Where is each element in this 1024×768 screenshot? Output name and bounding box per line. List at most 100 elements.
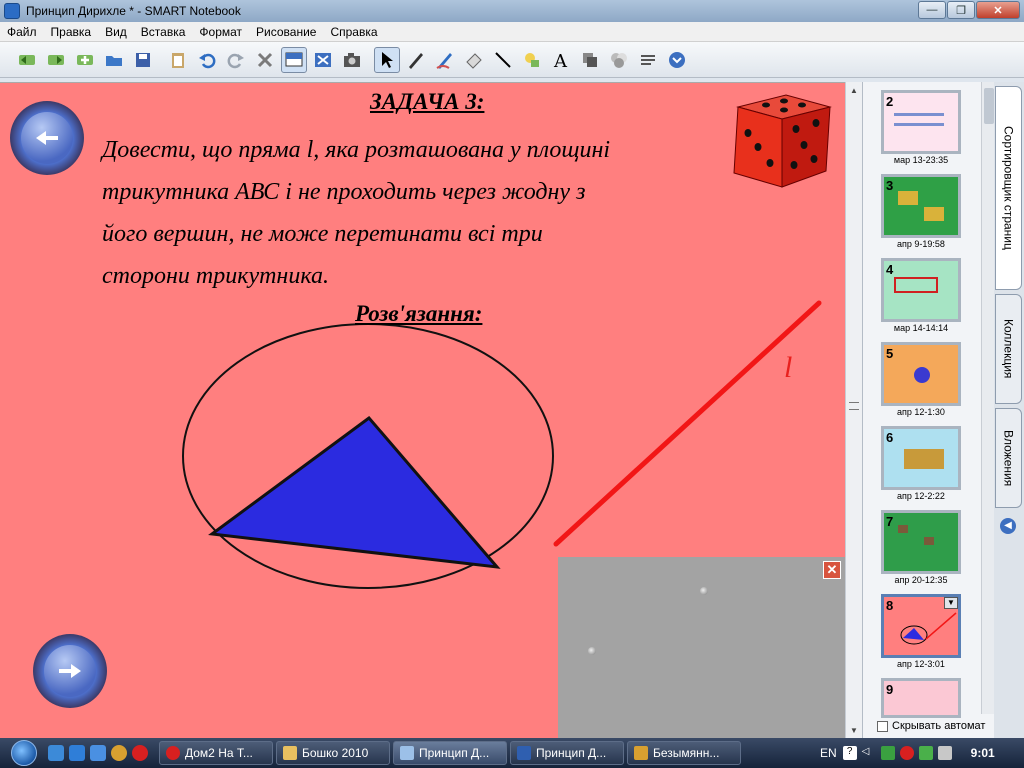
back-button[interactable] [14, 47, 40, 73]
opera-icon[interactable] [132, 745, 148, 761]
quicklaunch-icon[interactable] [48, 745, 64, 761]
undo-button[interactable] [194, 47, 220, 73]
scroll-down-icon[interactable]: ▼ [846, 722, 862, 738]
canvas-scrollbar[interactable]: ▲ ▼ [845, 82, 862, 738]
text-tool[interactable]: A [548, 47, 574, 73]
paste-button[interactable] [165, 47, 191, 73]
taskbar-item[interactable]: Дом2 На Т... [159, 741, 273, 765]
tab-gallery[interactable]: Коллекция [995, 294, 1022, 404]
menu-format[interactable]: Формат [192, 25, 249, 39]
paste-icon [172, 52, 184, 68]
previous-page-button[interactable] [10, 101, 84, 175]
line-l[interactable] [553, 300, 822, 547]
sidebar-tabs: Сортировщик страниц Коллекция Вложения ◀ [994, 82, 1024, 738]
page-thumbnail-current[interactable]: 8 ▼ апр 12-3:01 [881, 594, 961, 669]
sidebar-scroll-thumb[interactable] [984, 88, 994, 124]
pen-tool[interactable] [403, 47, 429, 73]
open-button[interactable] [101, 47, 127, 73]
close-shade-button[interactable]: ✕ [823, 561, 841, 579]
screen-shade-icon [285, 52, 303, 66]
auto-hide-option[interactable]: Скрывать автомат [877, 720, 985, 732]
screen-shade-panel[interactable]: ✕ [558, 557, 845, 738]
notebook-canvas[interactable]: ЗАДАЧА 3: Довести, що пряма l, яка розта… [0, 82, 845, 738]
arrow-icon[interactable]: ◁ [862, 746, 876, 760]
next-page-button[interactable] [33, 634, 107, 708]
collapse-sidebar-icon[interactable]: ◀ [1000, 518, 1016, 534]
tab-page-sorter[interactable]: Сортировщик страниц [995, 86, 1022, 290]
taskbar-item[interactable]: Принцип Д... [510, 741, 624, 765]
menu-draw[interactable]: Рисование [249, 25, 323, 39]
page-caption: мар 13-23:35 [893, 155, 949, 165]
arrow-left-icon [36, 131, 58, 145]
menu-edit[interactable]: Правка [44, 25, 99, 39]
shape-tool[interactable] [519, 47, 545, 73]
close-button[interactable]: ✕ [976, 1, 1020, 19]
page-thumbnail[interactable]: 4 мар 14-14:14 [881, 258, 961, 333]
page-thumbnail[interactable]: 2 мар 13-23:35 [881, 90, 961, 165]
save-button[interactable] [130, 47, 156, 73]
page-thumbnail[interactable]: 7 апр 20-12:35 [881, 510, 961, 585]
scroll-up-icon[interactable]: ▲ [846, 82, 862, 98]
opera-icon [166, 746, 180, 760]
task-line: його вершин, не може перетинати всі три [102, 221, 543, 247]
network-icon[interactable] [880, 746, 895, 760]
capture-button[interactable] [339, 47, 365, 73]
taskbar-item[interactable]: Бошко 2010 [276, 741, 390, 765]
properties-button[interactable] [606, 47, 632, 73]
forward-button[interactable] [43, 47, 69, 73]
antivirus-icon[interactable] [899, 746, 914, 760]
ie-icon[interactable] [69, 745, 85, 761]
paint-icon [634, 746, 648, 760]
minimize-button[interactable]: — [918, 1, 946, 19]
wifi-icon[interactable] [918, 746, 933, 760]
expand-toolbar-button[interactable] [664, 47, 690, 73]
media-icon[interactable] [90, 745, 106, 761]
delete-button[interactable] [252, 47, 278, 73]
menu-insert[interactable]: Вставка [134, 25, 193, 39]
full-screen-button[interactable] [310, 47, 336, 73]
task-line: трикутника АВС і не проходить через жодн… [102, 179, 586, 205]
triangle-shape[interactable] [208, 415, 501, 569]
auto-hide-checkbox[interactable] [877, 720, 888, 732]
chrome-icon[interactable] [111, 745, 127, 761]
fill-tool[interactable] [577, 47, 603, 73]
title-bar: Принцип Дирихле * - SMART Notebook — ❐ ✕ [0, 0, 1024, 22]
taskbar-item[interactable]: Безымянн... [627, 741, 741, 765]
screen-shade-button[interactable] [281, 46, 307, 73]
menu-view[interactable]: Вид [98, 25, 134, 39]
maximize-button[interactable]: ❐ [947, 1, 975, 19]
start-button[interactable] [0, 738, 48, 768]
creative-pen-tool[interactable] [432, 47, 458, 73]
eraser-tool[interactable] [461, 47, 487, 73]
shade-handle[interactable] [588, 647, 596, 655]
redo-button[interactable] [223, 47, 249, 73]
menu-help[interactable]: Справка [323, 25, 384, 39]
shape-icon [525, 52, 539, 67]
more-button[interactable] [635, 47, 661, 73]
clock[interactable]: 9:01 [971, 746, 995, 760]
help-icon[interactable]: ? [842, 746, 857, 760]
taskbar: Дом2 На Т... Бошко 2010 Принцип Д... При… [0, 738, 1024, 768]
dice-image [733, 94, 832, 188]
page-thumbnail[interactable]: 5 апр 12-1:30 [881, 342, 961, 417]
volume-icon[interactable] [937, 746, 952, 760]
shade-handle[interactable] [700, 587, 708, 595]
add-page-button[interactable] [72, 47, 98, 73]
page-thumbnail[interactable]: 6 апр 12-2:22 [881, 426, 961, 501]
page-thumbnail[interactable]: 3 апр 9-19:58 [881, 174, 961, 249]
language-indicator[interactable]: EN [820, 746, 837, 760]
creative-pen-icon [436, 52, 452, 69]
page-thumbnail[interactable]: 9 [881, 678, 961, 718]
line-tool[interactable] [490, 47, 516, 73]
smart-notebook-icon [400, 746, 414, 760]
page-menu-icon[interactable]: ▼ [944, 597, 958, 609]
task-title: ЗАДАЧА 3: [370, 89, 485, 114]
add-page-icon [77, 54, 93, 65]
word-icon [517, 746, 531, 760]
tab-attachments[interactable]: Вложения [995, 408, 1022, 508]
select-tool[interactable] [374, 46, 400, 73]
sidebar-scrollbar[interactable] [981, 82, 995, 714]
menu-file[interactable]: Файл [0, 25, 44, 39]
scroll-grip[interactable] [849, 402, 859, 410]
taskbar-item-active[interactable]: Принцип Д... [393, 741, 507, 765]
